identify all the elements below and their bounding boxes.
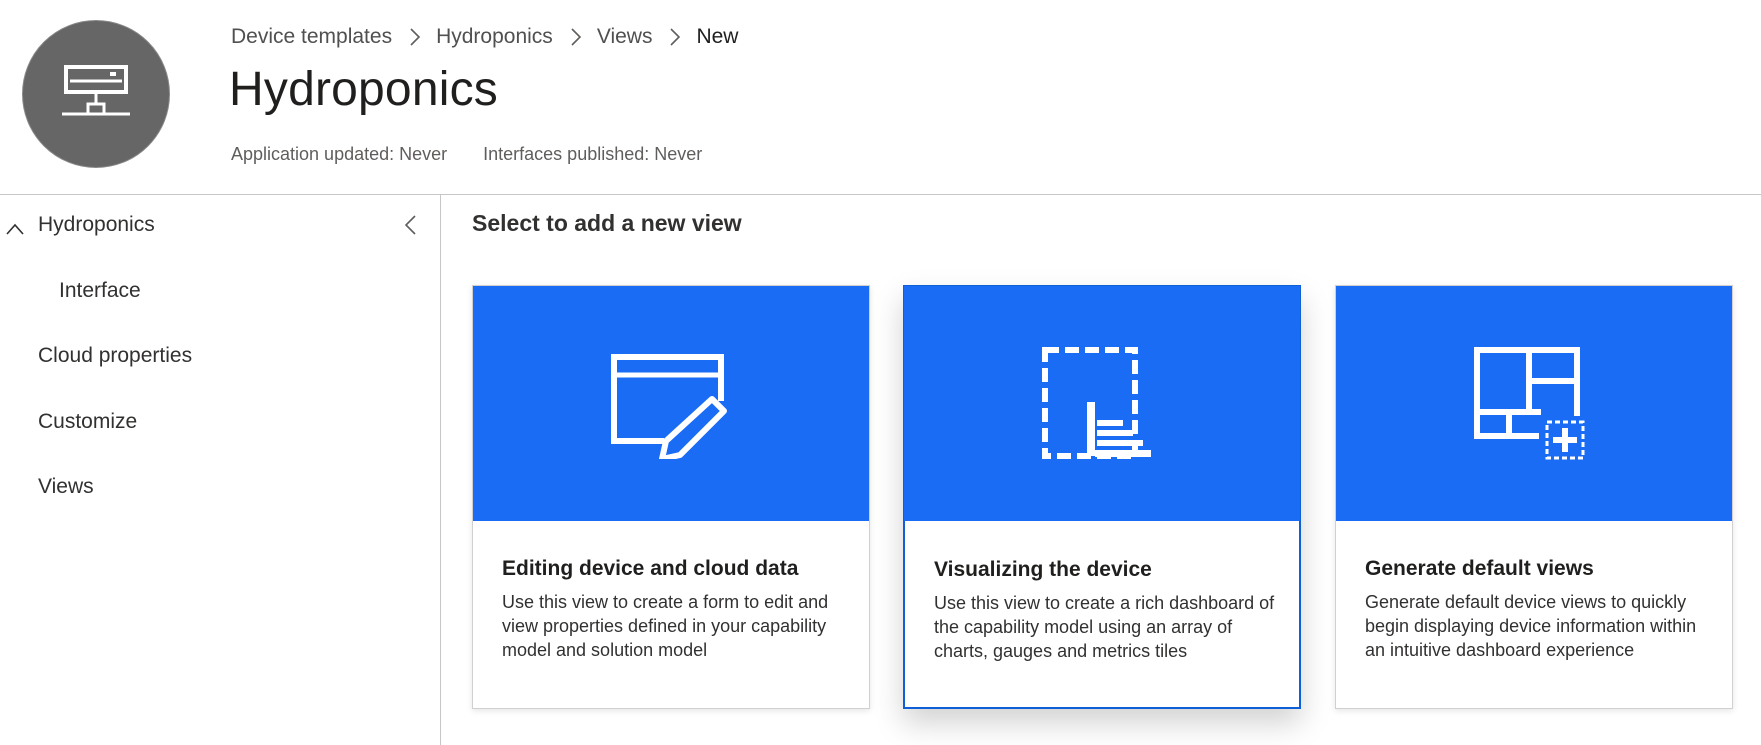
sidebar-item-customize[interactable]: Customize	[0, 392, 440, 452]
breadcrumb-views[interactable]: Views	[597, 25, 653, 49]
form-edit-icon	[611, 353, 727, 459]
page-header: Device templates Hydroponics Views New H…	[0, 0, 1761, 195]
sidebar-item-views[interactable]: Views	[0, 457, 440, 517]
dashboard-chart-icon	[1042, 346, 1151, 459]
sidebar-item-label: Views	[38, 475, 94, 498]
breadcrumb: Device templates Hydroponics Views New	[231, 22, 738, 52]
device-network-icon	[62, 65, 130, 116]
breadcrumb-hydroponics[interactable]: Hydroponics	[436, 25, 553, 49]
page-title: Hydroponics	[229, 63, 498, 116]
view-card-generate-default[interactable]: Generate default views Generate default …	[1335, 285, 1733, 709]
breadcrumb-current: New	[696, 25, 739, 48]
card-description: Use this view to create a rich dashboard…	[934, 593, 1275, 661]
card-description: Use this view to create a form to edit a…	[502, 592, 829, 660]
interfaces-published-status: Interfaces published: Never	[483, 144, 703, 164]
template-meta: Application updated: Never Interfaces pu…	[231, 144, 702, 165]
chevron-right-icon	[410, 28, 421, 46]
card-banner	[904, 286, 1300, 521]
sidebar-item-label: Hydroponics	[38, 213, 155, 236]
view-card-editing[interactable]: Editing device and cloud data Use this v…	[472, 285, 870, 709]
breadcrumb-device-templates[interactable]: Device templates	[231, 25, 392, 49]
chevron-right-icon	[571, 28, 581, 46]
device-template-avatar	[22, 20, 170, 168]
sidebar-item-hydroponics[interactable]: Hydroponics	[0, 195, 440, 255]
card-title: Editing device and cloud data	[502, 557, 799, 580]
section-title: Select to add a new view	[472, 210, 742, 236]
collapse-sidebar-icon[interactable]	[404, 215, 416, 241]
card-banner	[1336, 286, 1732, 521]
sidebar-item-label: Cloud properties	[38, 344, 193, 367]
tiles-add-icon	[1474, 346, 1585, 459]
card-title: Visualizing the device	[934, 558, 1152, 581]
template-sidebar: Hydroponics Interface Cloud properties C…	[0, 195, 441, 745]
chevron-right-icon	[670, 28, 681, 46]
sidebar-item-interface[interactable]: Interface	[0, 261, 440, 321]
sidebar-item-label: Interface	[59, 279, 141, 302]
card-title: Generate default views	[1365, 557, 1594, 580]
view-card-visualizing[interactable]: Visualizing the device Use this view to …	[903, 285, 1301, 709]
application-updated-status: Application updated: Never	[231, 144, 448, 164]
card-banner	[473, 286, 869, 521]
chevron-up-icon[interactable]	[6, 217, 24, 241]
card-description: Generate default device views to quickly…	[1365, 592, 1697, 660]
sidebar-item-label: Customize	[38, 410, 138, 433]
sidebar-item-cloud-properties[interactable]: Cloud properties	[0, 326, 440, 386]
